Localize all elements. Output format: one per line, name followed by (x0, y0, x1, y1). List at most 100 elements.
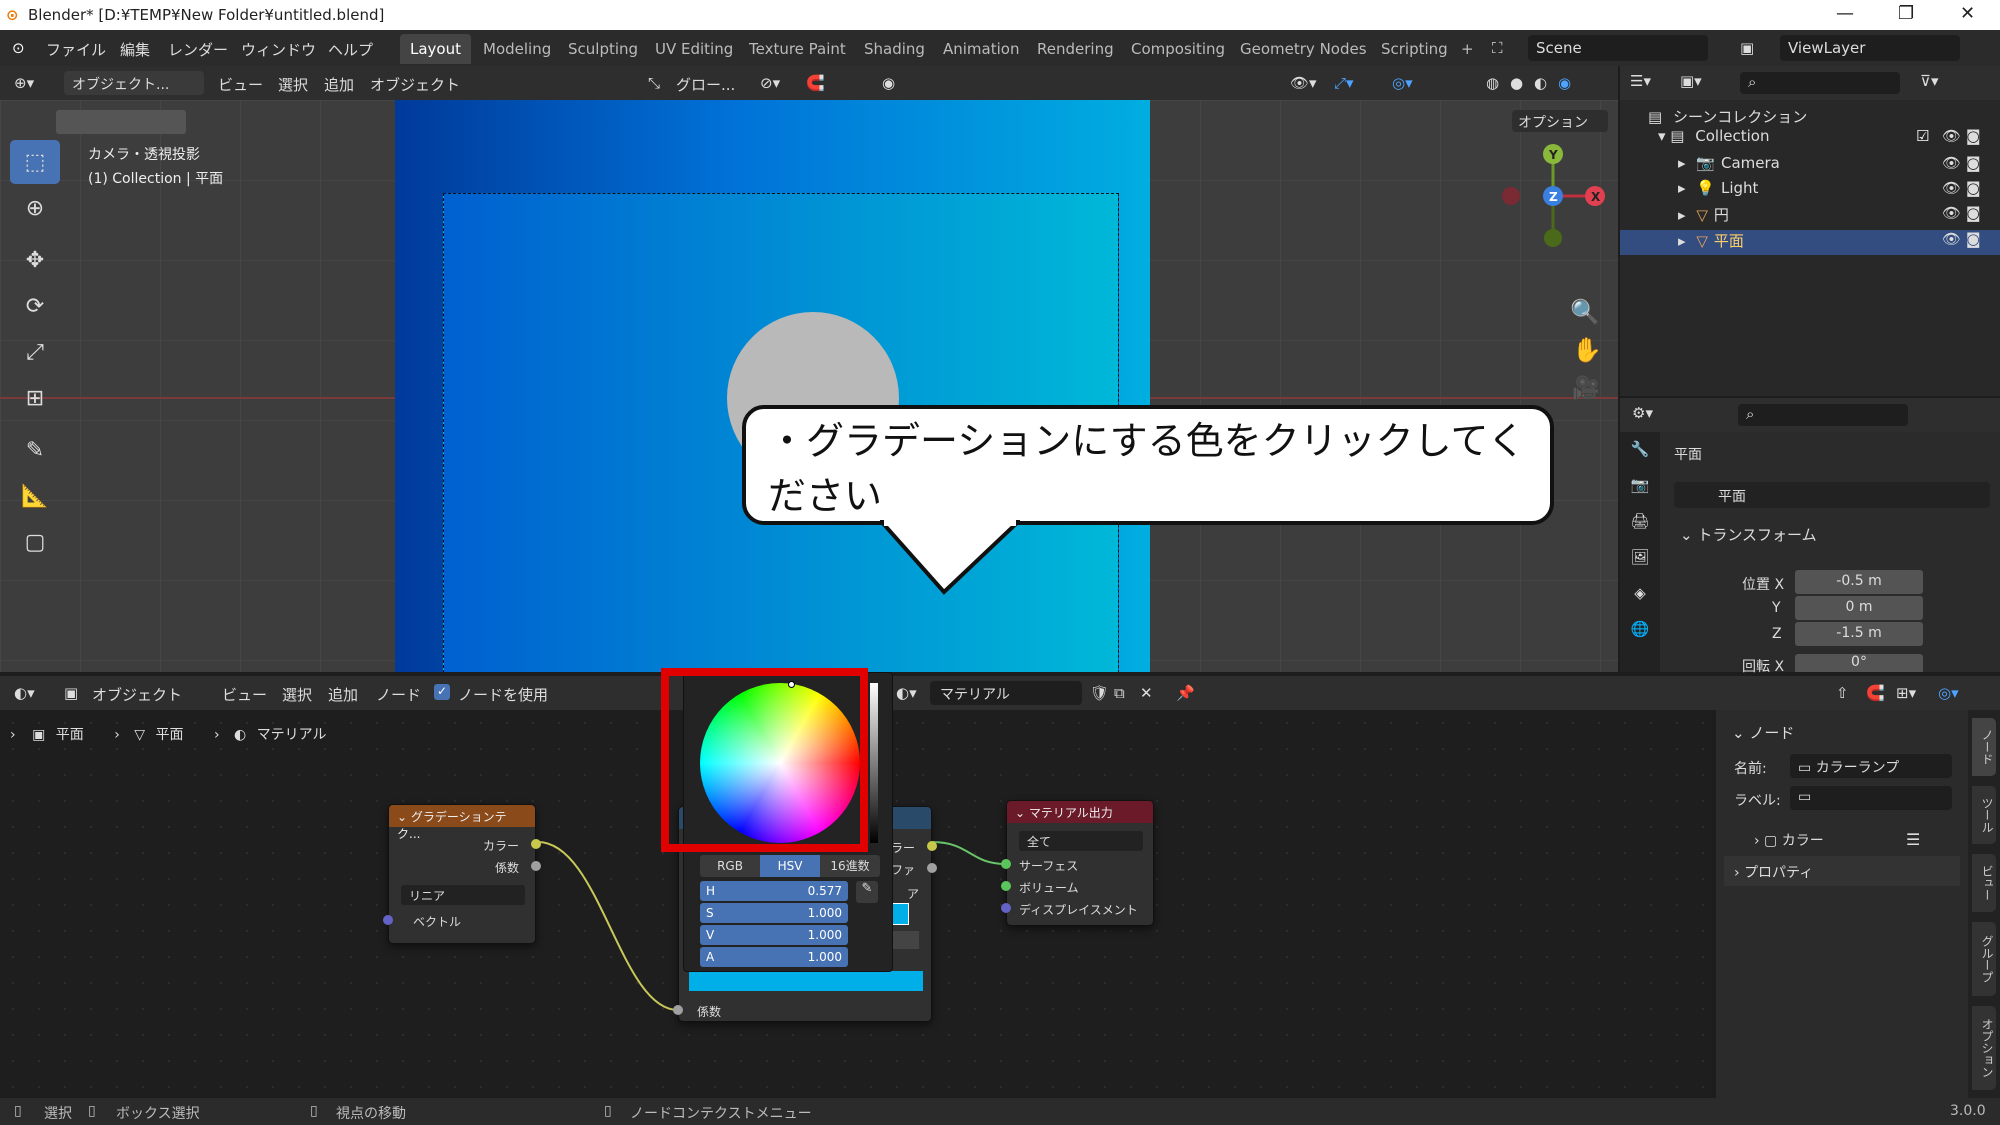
eye-icon[interactable]: 👁 (1942, 230, 1961, 248)
add-cube-tool-icon[interactable]: ▢ (10, 520, 60, 564)
node-editor-type-icon[interactable]: ◐▾ (14, 684, 35, 702)
filter-icon[interactable]: ⊽▾ (1920, 72, 1939, 90)
tab-geometry-nodes[interactable]: Geometry Nodes (1234, 38, 1373, 60)
node-menu-node[interactable]: ノード (376, 684, 421, 705)
display-mode-icon[interactable]: ▣▾ (1680, 72, 1702, 90)
transform-tool-icon[interactable]: ⊞ (10, 376, 60, 420)
scene-tab-icon[interactable]: ◈ (1620, 576, 1660, 612)
checkbox-icon[interactable]: ☑ (1916, 127, 1929, 145)
selection-mode-buttons[interactable] (56, 110, 186, 134)
outliner-item-collection[interactable]: ▾ ▤ Collection ☑ 👁 ◙ (1620, 127, 2000, 152)
node-mode-icon[interactable]: ▣ (64, 684, 78, 702)
scene-icon[interactable]: ⛶ (1492, 39, 1503, 57)
material-shading-icon[interactable]: ◐ (1534, 74, 1547, 92)
menu-window[interactable]: ウィンドウ (241, 39, 316, 60)
gradient-type-select[interactable]: リニア (401, 885, 525, 905)
navigation-gizmo[interactable]: Y X Z (1495, 140, 1615, 260)
rendered-shading-icon[interactable]: ◉ (1558, 74, 1571, 92)
transform-orientation-select[interactable]: グロー... (676, 74, 735, 95)
use-nodes-checkbox[interactable]: ✓ (434, 684, 450, 700)
node-menu-select[interactable]: 選択 (282, 684, 312, 705)
view-layer-tab-icon[interactable]: 🖼 (1620, 540, 1660, 576)
tab-layout[interactable]: Layout (400, 34, 471, 64)
outliner-item-light[interactable]: ▸ 💡 Light 👁 ◙ (1620, 179, 2000, 204)
tab-rendering[interactable]: Rendering (1031, 38, 1120, 60)
eyedropper-icon[interactable]: ✎ (856, 881, 878, 903)
outliner-editor-icon[interactable]: ☰▾ (1630, 72, 1651, 90)
minimize-button[interactable]: — (1836, 3, 1854, 24)
mode-select[interactable]: オブジェクト... (64, 71, 204, 95)
move-tool-icon[interactable]: ✥ (10, 238, 60, 282)
node-overlay-icon[interactable]: ◎▾ (1938, 684, 1959, 702)
menu-edit[interactable]: 編集 (120, 39, 150, 60)
tab-shading[interactable]: Shading (858, 38, 931, 60)
solid-shading-icon[interactable]: ● (1510, 74, 1523, 92)
saturation-field[interactable]: S 1.000 (700, 903, 848, 923)
tab-texture-paint[interactable]: Texture Paint (743, 38, 852, 60)
sidebar-tab-view[interactable]: ビュー (1972, 854, 1996, 912)
material-slot-icon[interactable]: ◐▾ (896, 684, 917, 702)
rotation-x-field[interactable]: 0° (1795, 654, 1923, 672)
transform-panel-header[interactable]: ⌄ トランスフォーム (1668, 520, 1994, 548)
eye-icon[interactable]: 👁 (1942, 154, 1961, 172)
volume-socket[interactable] (1001, 881, 1011, 891)
sidebar-tab-options[interactable]: オプション (1972, 1006, 1996, 1090)
options-dropdown[interactable]: オプション (1512, 110, 1608, 132)
menu-render[interactable]: レンダー (168, 39, 228, 60)
pan-hand-icon[interactable]: ✋ (1572, 336, 1602, 364)
editor-type-icon[interactable]: ⊕▾ (14, 74, 34, 92)
viewlayer-icon[interactable]: ▣ (1740, 39, 1754, 57)
value-slider[interactable] (870, 683, 878, 843)
material-name-field[interactable]: マテリアル (930, 681, 1082, 705)
ramp-gradient-bar[interactable] (689, 971, 923, 991)
node-menu-view[interactable]: ビュー (222, 684, 267, 705)
parent-node-icon[interactable]: ⇧ (1836, 684, 1849, 702)
cursor-tool-icon[interactable]: ⊕ (10, 186, 60, 230)
render-tab-icon[interactable]: 📷 (1620, 468, 1660, 504)
hue-field[interactable]: H 0.577 (700, 881, 848, 901)
menu-file[interactable]: ファイル (46, 39, 106, 60)
output-tab-icon[interactable]: 🖨 (1620, 504, 1660, 540)
location-y-field[interactable]: 0 m (1795, 596, 1923, 620)
displacement-socket[interactable] (1001, 903, 1011, 913)
gradient-texture-node[interactable]: ⌄ グラデーションテク... カラー 係数 リニア ベクトル (383, 804, 541, 944)
camera-render-icon[interactable]: ◙ (1966, 127, 1981, 145)
tab-uv-editing[interactable]: UV Editing (649, 38, 739, 60)
camera-render-icon[interactable]: ◙ (1966, 230, 1981, 248)
ramp-color-socket[interactable] (927, 841, 937, 851)
tab-compositing[interactable]: Compositing (1125, 38, 1231, 60)
outliner-search-input[interactable]: ⌕ (1740, 72, 1900, 94)
tab-sculpting[interactable]: Sculpting (562, 38, 644, 60)
camera-render-icon[interactable]: ◙ (1966, 204, 1981, 222)
maximize-button[interactable]: ❐ (1898, 3, 1914, 24)
viewlayer-field[interactable]: ViewLayer (1780, 35, 1960, 61)
gradient-color-socket[interactable] (531, 839, 541, 849)
overlay-toggle-icon[interactable]: ◎▾ (1392, 74, 1413, 92)
properties-section-header[interactable]: › プロパティ (1724, 856, 1960, 886)
alpha-field[interactable]: A 1.000 (700, 947, 848, 967)
properties-search-input[interactable]: ⌕ (1738, 404, 1908, 426)
camera-view-icon[interactable]: 🎥 (1572, 376, 1599, 401)
material-output-node[interactable]: ⌄ マテリアル出力 全て サーフェス ボリューム ディスプレイスメント (1001, 800, 1154, 926)
location-x-field[interactable]: -0.5 m (1795, 570, 1923, 594)
object-name-field[interactable]: 平面 (1674, 482, 1990, 508)
output-target-select[interactable]: 全て (1019, 831, 1143, 851)
ramp-interpolation-select[interactable]: ア (907, 885, 919, 902)
select-tool-icon[interactable]: ⬚ (10, 140, 60, 184)
tab-modeling[interactable]: Modeling (477, 38, 557, 60)
sidebar-tab-tool[interactable]: ツール (1972, 786, 1996, 844)
location-z-field[interactable]: -1.5 m (1795, 622, 1923, 646)
gradient-vector-socket[interactable] (383, 915, 393, 925)
gradient-node-header[interactable]: ⌄ グラデーションテク... (389, 805, 535, 841)
surface-socket[interactable] (1001, 859, 1011, 869)
measure-tool-icon[interactable]: 📐 (10, 474, 60, 518)
outliner-item-plane[interactable]: ▸ ▽ 平面 👁 ◙ (1620, 230, 2000, 255)
fake-user-icon[interactable]: 🛡 (1090, 684, 1109, 702)
menu-view[interactable]: ビュー (218, 74, 263, 95)
outliner-item-circle[interactable]: ▸ ▽ 円 👁 ◙ (1620, 204, 2000, 229)
scale-tool-icon[interactable]: ⤢ (10, 330, 60, 374)
tab-animation[interactable]: Animation (937, 38, 1025, 60)
node-name-input[interactable]: ▭ カラーランプ (1790, 754, 1952, 778)
transform-orientation-icon[interactable]: ⤡ (648, 74, 660, 92)
node-section-header[interactable]: ⌄ ノード (1732, 722, 1794, 743)
